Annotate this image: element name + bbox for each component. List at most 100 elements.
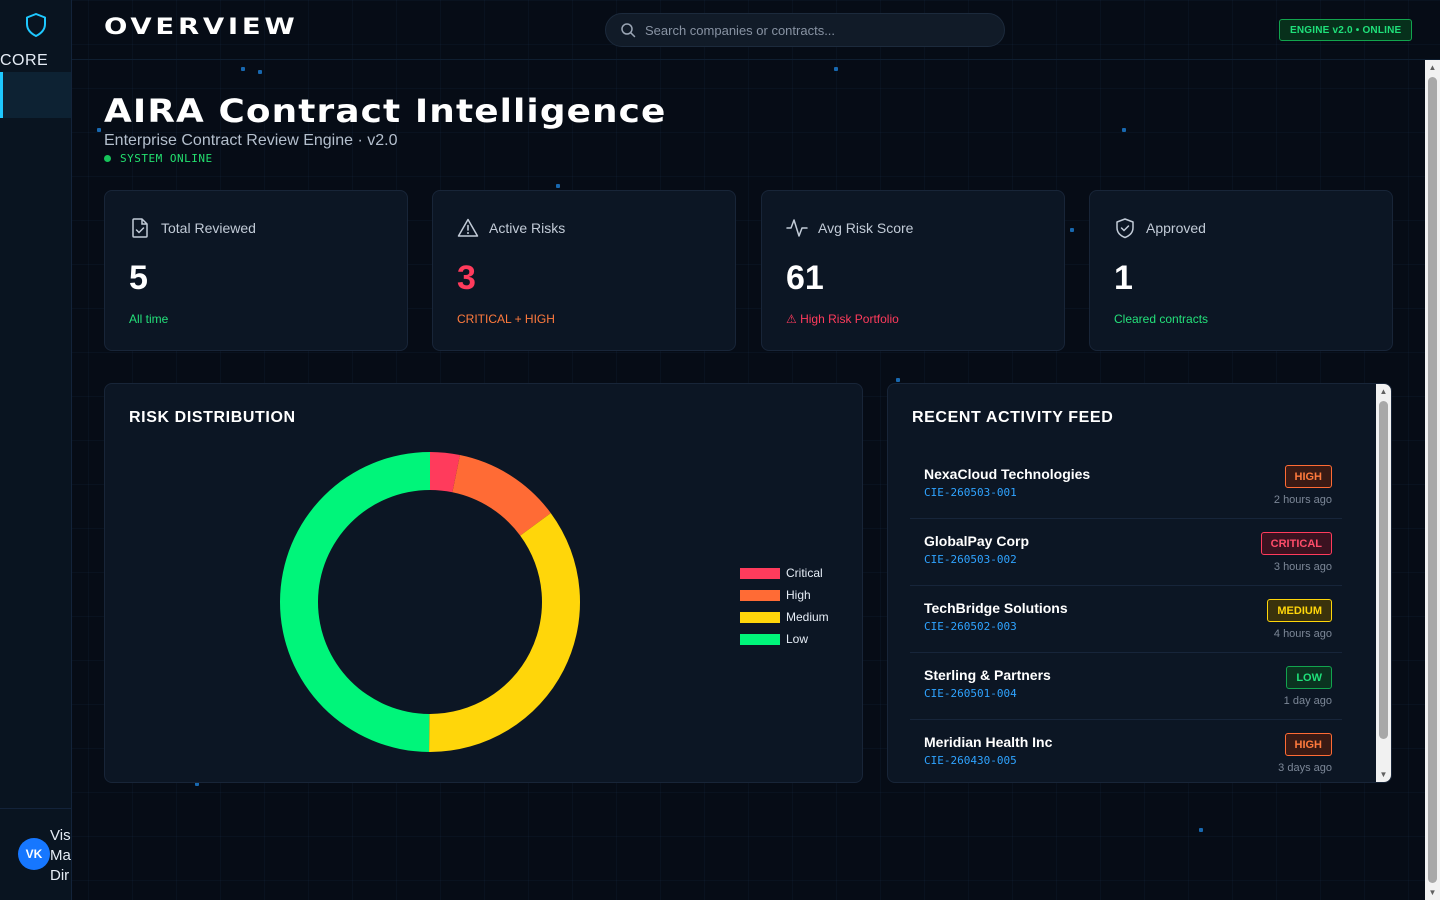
stat-value: 1 — [1114, 259, 1133, 297]
particle-dot — [1070, 228, 1074, 232]
feed-item[interactable]: NexaCloud Technologies CIE-260503-001 HI… — [910, 452, 1342, 519]
shield-check-icon — [1116, 218, 1134, 239]
stat-label: Avg Risk Score — [818, 220, 914, 236]
stat-label: Approved — [1146, 220, 1206, 236]
particle-dot — [556, 184, 560, 188]
feed-contract-id[interactable]: CIE-260501-004 — [924, 687, 1017, 700]
feed-company: Sterling & Partners — [924, 667, 1051, 683]
legend-label: Critical — [786, 566, 823, 580]
legend-swatch — [740, 633, 780, 645]
shield-logo-icon[interactable] — [24, 12, 48, 38]
user-role-line: Dir — [50, 867, 70, 884]
scroll-down-arrow-icon[interactable]: ▼ — [1376, 767, 1391, 782]
feed-item[interactable]: TechBridge Solutions CIE-260502-003 MEDI… — [910, 586, 1342, 653]
hero-title: AIRA Contract Intelligence — [104, 92, 667, 130]
stat-label: Total Reviewed — [161, 220, 256, 236]
stat-note: ⚠ High Risk Portfolio — [786, 312, 899, 326]
legend-swatch — [740, 611, 780, 623]
feed-time: 3 hours ago — [1273, 561, 1332, 573]
stat-card-total-reviewed[interactable]: Total Reviewed 5 All time — [104, 190, 408, 351]
risk-badge: HIGH — [1284, 733, 1332, 756]
sidebar-divider — [0, 808, 71, 809]
feed-company: NexaCloud Technologies — [924, 466, 1091, 482]
stat-note: All time — [129, 312, 169, 326]
search-input[interactable] — [645, 22, 975, 38]
legend-item[interactable]: Low — [740, 628, 829, 650]
legend-item[interactable]: Medium — [740, 606, 829, 628]
feed-time: 3 days ago — [1278, 762, 1332, 774]
risk-distribution-panel: RISK DISTRIBUTION Critical High Medium L… — [104, 383, 863, 783]
system-status: SYSTEM ONLINE — [104, 152, 213, 165]
feed-scrollbar[interactable]: ▲ ▼ — [1376, 384, 1391, 782]
stat-card-approved[interactable]: Approved 1 Cleared contracts — [1089, 190, 1393, 351]
chart-legend: Critical High Medium Low — [740, 562, 829, 650]
recent-activity-panel: RECENT ACTIVITY FEED NexaCloud Technolog… — [887, 383, 1392, 783]
stat-card-active-risks[interactable]: Active Risks 3 CRITICAL + HIGH — [432, 190, 736, 351]
engine-status-badge: ENGINE v2.0 • ONLINE — [1279, 19, 1413, 41]
user-name-line: Ma — [50, 847, 71, 864]
document-check-icon — [132, 218, 148, 238]
stat-note: CRITICAL + HIGH — [457, 312, 555, 326]
particle-dot — [241, 67, 245, 71]
feed-company: TechBridge Solutions — [924, 600, 1068, 616]
particle-dot — [1199, 828, 1203, 832]
legend-item[interactable]: High — [740, 584, 829, 606]
panel-title: RECENT ACTIVITY FEED — [912, 409, 1114, 426]
legend-label: Medium — [786, 610, 829, 624]
feed-contract-id[interactable]: CIE-260503-002 — [924, 553, 1017, 566]
sidebar: CORE VK Vis Ma Dir — [0, 0, 72, 900]
legend-swatch — [740, 589, 780, 601]
stat-value: 5 — [129, 259, 148, 297]
stat-card-avg-risk-score[interactable]: Avg Risk Score 61 ⚠ High Risk Portfolio — [761, 190, 1065, 351]
stat-label: Active Risks — [489, 220, 566, 236]
user-avatar[interactable]: VK — [18, 838, 50, 870]
feed-time: 4 hours ago — [1273, 628, 1332, 640]
page-title: OVERVIEW — [104, 15, 299, 40]
feed-item[interactable]: Meridian Health Inc CIE-260430-005 HIGH … — [910, 720, 1342, 782]
scroll-thumb[interactable] — [1428, 77, 1437, 883]
particle-dot — [258, 70, 262, 74]
risk-badge: LOW — [1286, 666, 1332, 689]
activity-pulse-icon — [786, 219, 808, 237]
scroll-thumb[interactable] — [1379, 401, 1388, 739]
feed-contract-id[interactable]: CIE-260503-001 — [924, 486, 1017, 499]
scroll-down-arrow-icon[interactable]: ▼ — [1425, 885, 1440, 900]
feed-contract-id[interactable]: CIE-260502-003 — [924, 620, 1017, 633]
feed-item[interactable]: GlobalPay Corp CIE-260503-002 CRITICAL 3… — [910, 519, 1342, 586]
user-info[interactable]: Vis Ma Dir — [50, 826, 71, 886]
donut-slice-low[interactable] — [280, 452, 430, 752]
sidebar-brand: CORE — [0, 52, 49, 69]
risk-badge: HIGH — [1284, 465, 1332, 488]
donut-slice-medium[interactable] — [429, 513, 580, 752]
sidebar-item-overview[interactable] — [0, 72, 71, 118]
legend-swatch — [740, 567, 780, 579]
status-dot-icon — [104, 155, 111, 162]
warning-triangle-icon — [457, 218, 479, 237]
feed-item[interactable]: Sterling & Partners CIE-260501-004 LOW 1… — [910, 653, 1342, 720]
donut-slice-high[interactable] — [452, 455, 551, 536]
risk-badge: CRITICAL — [1260, 532, 1332, 555]
particle-dot — [97, 128, 101, 132]
page-scrollbar[interactable]: ▲ ▼ — [1425, 60, 1440, 900]
scroll-up-arrow-icon[interactable]: ▲ — [1425, 60, 1440, 75]
search-icon — [621, 23, 636, 38]
feed-time: 1 day ago — [1283, 695, 1332, 707]
feed-time: 2 hours ago — [1273, 494, 1332, 506]
search-bar[interactable] — [605, 13, 1005, 47]
particle-dot — [896, 378, 900, 382]
hero-subtitle: Enterprise Contract Review Engine · v2.0 — [104, 132, 398, 149]
scroll-up-arrow-icon[interactable]: ▲ — [1376, 384, 1391, 399]
particle-dot — [834, 67, 838, 71]
top-bar: OVERVIEW ENGINE v2.0 • ONLINE — [72, 0, 1440, 60]
particle-dot — [1122, 128, 1126, 132]
feed-contract-id[interactable]: CIE-260430-005 — [924, 754, 1017, 767]
feed-company: Meridian Health Inc — [924, 734, 1053, 750]
user-name-line: Vis — [50, 827, 71, 844]
legend-label: High — [786, 588, 811, 602]
stat-value: 61 — [786, 259, 824, 297]
activity-feed-list: NexaCloud Technologies CIE-260503-001 HI… — [910, 452, 1342, 782]
stat-note: Cleared contracts — [1114, 312, 1209, 326]
system-status-text: SYSTEM ONLINE — [120, 152, 213, 165]
risk-badge: MEDIUM — [1267, 599, 1332, 622]
legend-item[interactable]: Critical — [740, 562, 829, 584]
